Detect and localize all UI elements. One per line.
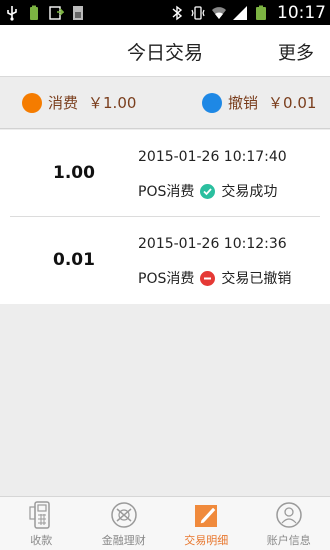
summary-revoke: 撤销 ￥0.01 bbox=[202, 92, 316, 113]
bottom-navigation: 收款 金融理财 交易明细 账户信息 bbox=[0, 496, 330, 550]
transaction-status: 交易成功 bbox=[221, 184, 278, 200]
consume-dot-icon bbox=[22, 92, 42, 113]
transaction-datetime: 2015-01-26 10:17:40 bbox=[138, 149, 287, 165]
status-clock: 10:17 bbox=[277, 2, 326, 23]
nav-label: 账户信息 bbox=[266, 534, 311, 547]
finance-icon bbox=[111, 502, 137, 528]
transaction-list: 1.00 2015-01-26 10:17:40 POS消费 交易成功 0.01… bbox=[0, 130, 330, 304]
battery-full-icon bbox=[30, 5, 38, 20]
transaction-status: 交易已撤销 bbox=[221, 271, 292, 287]
consume-amount: ￥1.00 bbox=[88, 94, 137, 112]
transaction-row[interactable]: 0.01 2015-01-26 10:12:36 POS消费 交易已撤销 bbox=[0, 217, 330, 304]
nav-item-collect[interactable]: 收款 bbox=[0, 497, 83, 550]
transaction-type: POS消费 bbox=[138, 184, 195, 200]
transaction-amount: 0.01 bbox=[53, 250, 95, 270]
edit-document-icon bbox=[195, 505, 218, 527]
more-button[interactable]: 更多 bbox=[278, 39, 314, 65]
top-header: 今日交易 更多 bbox=[0, 25, 330, 77]
bluetooth-icon bbox=[172, 5, 183, 20]
wifi-icon bbox=[212, 6, 226, 19]
revoke-dot-icon bbox=[202, 92, 222, 113]
nav-item-account[interactable]: 账户信息 bbox=[248, 497, 330, 550]
nav-label: 收款 bbox=[30, 534, 53, 547]
battery-icon bbox=[256, 5, 266, 20]
transaction-meta: POS消费 交易成功 bbox=[138, 181, 277, 201]
status-bar-right-icons: 10:17 bbox=[169, 2, 326, 23]
nav-label: 交易明细 bbox=[184, 534, 229, 547]
sim-card-icon bbox=[73, 5, 83, 20]
sync-icon bbox=[49, 5, 64, 20]
transaction-datetime: 2015-01-26 10:12:36 bbox=[138, 236, 287, 252]
revoke-amount: ￥0.01 bbox=[268, 94, 317, 112]
vibrate-icon bbox=[191, 5, 205, 20]
check-circle-icon bbox=[200, 183, 216, 199]
minus-circle-icon bbox=[200, 270, 216, 286]
revoke-label: 撤销 bbox=[228, 94, 259, 112]
summary-consume: 消费 ￥1.00 bbox=[22, 92, 136, 113]
transaction-meta: POS消费 交易已撤销 bbox=[138, 268, 291, 288]
status-bar: 10:17 bbox=[0, 0, 330, 25]
nav-item-transactions[interactable]: 交易明细 bbox=[165, 497, 248, 550]
transaction-row[interactable]: 1.00 2015-01-26 10:17:40 POS消费 交易成功 bbox=[0, 130, 330, 217]
consume-label: 消费 bbox=[48, 94, 79, 112]
nav-item-finance[interactable]: 金融理财 bbox=[83, 497, 166, 550]
user-icon bbox=[276, 502, 302, 528]
nav-label: 金融理财 bbox=[101, 534, 146, 547]
signal-icon bbox=[233, 5, 247, 20]
pos-terminal-icon bbox=[29, 501, 50, 529]
status-bar-left-icons bbox=[4, 2, 86, 23]
usb-icon bbox=[7, 5, 17, 21]
transaction-amount: 1.00 bbox=[53, 163, 95, 183]
transaction-summary: 消费 ￥1.00 撤销 ￥0.01 bbox=[0, 77, 330, 129]
transaction-type: POS消费 bbox=[138, 271, 195, 287]
